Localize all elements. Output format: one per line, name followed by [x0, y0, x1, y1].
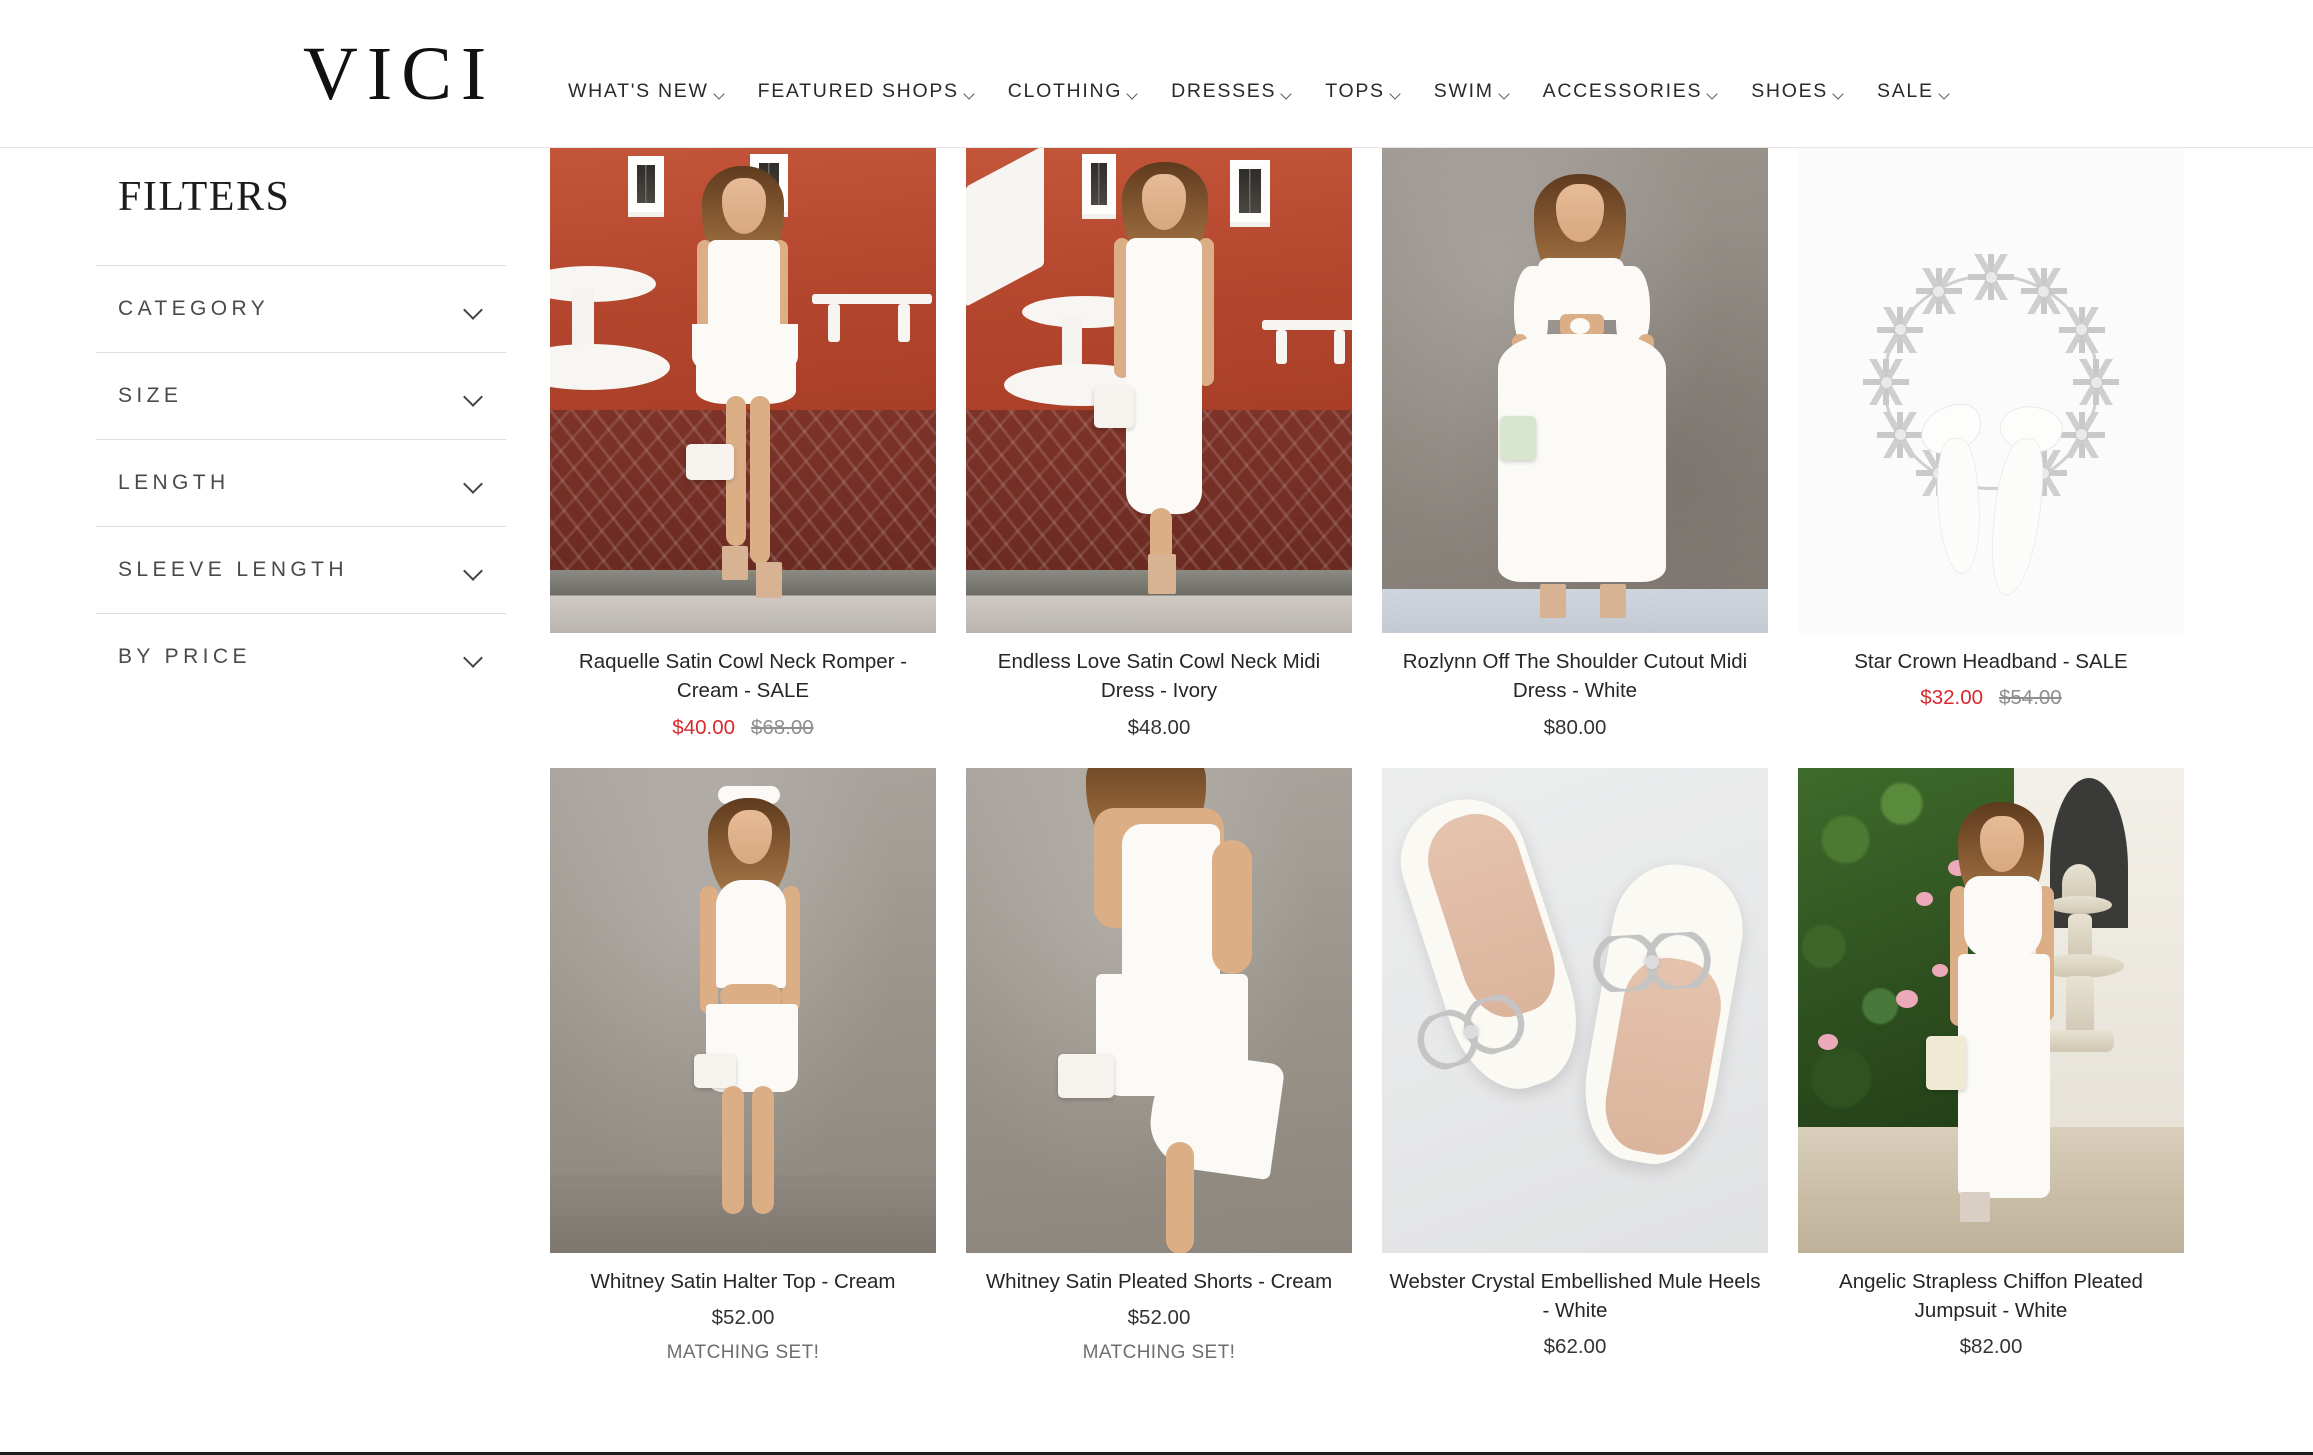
filter-category[interactable]: CATEGORY — [96, 265, 506, 352]
chevron-down-icon — [462, 651, 484, 664]
product-image-whitney-satin-pleated-shorts[interactable] — [966, 767, 1352, 1253]
main-navigation: WHAT'S NEW FEATURED SHOPS CLOTHING DRESS… — [568, 80, 1950, 103]
price-row: $40.00 $68.00 — [556, 716, 930, 740]
matching-set-badge: MATCHING SET! — [666, 1341, 820, 1363]
nav-label: FEATURED SHOPS — [757, 80, 959, 102]
filter-label: CATEGORY — [118, 297, 270, 320]
nav-item-sale[interactable]: SALE — [1877, 80, 1950, 103]
product-title[interactable]: Whitney Satin Pleated Shorts - Cream — [972, 1267, 1346, 1296]
nav-label: DRESSES — [1171, 80, 1277, 102]
product-title[interactable]: Star Crown Headband - SALE — [1804, 647, 2178, 676]
headband-ring — [1863, 254, 2119, 497]
product-title[interactable]: Raquelle Satin Cowl Neck Romper - Cream … — [556, 647, 930, 706]
sale-price: $32.00 — [1920, 686, 1983, 710]
filter-label: SLEEVE LENGTH — [118, 558, 348, 581]
product-image-star-crown-headband[interactable] — [1798, 148, 2184, 633]
nav-item-accessories[interactable]: ACCESSORIES — [1543, 80, 1719, 103]
filter-label: BY PRICE — [118, 645, 251, 668]
product-price: $52.00 — [1127, 1305, 1191, 1329]
product-image-raquelle-satin-cowl-neck-romper[interactable] — [550, 148, 936, 633]
chevron-down-icon — [1833, 90, 1844, 97]
product-price: $82.00 — [1959, 1335, 2023, 1359]
product-title[interactable]: Angelic Strapless Chiffon Pleated Jumpsu… — [1804, 1267, 2178, 1326]
price-row: $82.00 — [1804, 1335, 2178, 1359]
chevron-down-icon — [462, 390, 484, 403]
nav-item-clothing[interactable]: CLOTHING — [1008, 80, 1138, 103]
nav-label: TOPS — [1325, 80, 1385, 102]
filter-sleeve-length[interactable]: SLEEVE LENGTH — [96, 526, 506, 613]
product-card: Rozlynn Off The Shoulder Cutout Midi Dre… — [1382, 148, 1768, 740]
chevron-down-icon — [714, 90, 725, 97]
chevron-down-icon — [462, 303, 484, 316]
product-price: $48.00 — [1127, 715, 1191, 739]
filter-label: LENGTH — [118, 471, 230, 494]
product-title[interactable]: Whitney Satin Halter Top - Cream — [556, 1267, 930, 1296]
product-title[interactable]: Webster Crystal Embellished Mule Heels -… — [1388, 1267, 1762, 1326]
price-row: $52.00 — [972, 1306, 1346, 1330]
product-image-rozlynn-off-the-shoulder-cutout-midi-dress[interactable] — [1382, 148, 1768, 633]
product-price: $80.00 — [1543, 715, 1607, 739]
product-card: Star Crown Headband - SALE $32.00 $54.00 — [1798, 148, 2184, 740]
price-row: $32.00 $54.00 — [1804, 686, 2178, 710]
product-image-whitney-satin-halter-top[interactable] — [550, 767, 936, 1253]
price-row: $52.00 — [556, 1306, 930, 1330]
product-image-webster-crystal-embellished-mule-heels[interactable] — [1382, 767, 1768, 1253]
original-price: $54.00 — [1999, 686, 2062, 710]
price-row: $62.00 — [1388, 1335, 1762, 1359]
nav-label: SALE — [1877, 80, 1934, 102]
matching-set-badge: MATCHING SET! — [1082, 1341, 1236, 1363]
product-image-angelic-strapless-chiffon-pleated-jumpsuit[interactable] — [1798, 767, 2184, 1253]
nav-label: WHAT'S NEW — [568, 80, 709, 102]
nav-item-swim[interactable]: SWIM — [1434, 80, 1510, 103]
chevron-down-icon — [1127, 90, 1138, 97]
chevron-down-icon — [1281, 90, 1292, 97]
sale-price: $40.00 — [672, 715, 735, 739]
product-price: $52.00 — [711, 1305, 775, 1329]
nav-item-featured-shops[interactable]: FEATURED SHOPS — [758, 80, 975, 103]
product-card: Endless Love Satin Cowl Neck Midi Dress … — [966, 148, 1352, 740]
filter-length[interactable]: LENGTH — [96, 439, 506, 526]
filters-sidebar: FILTERS CATEGORY SIZE LENGTH SLEEVE LENG… — [96, 173, 506, 700]
filters-heading: FILTERS — [118, 174, 291, 220]
product-grid: Raquelle Satin Cowl Neck Romper - Cream … — [550, 148, 2280, 1364]
chevron-down-icon — [1939, 90, 1950, 97]
product-card: Webster Crystal Embellished Mule Heels -… — [1382, 767, 1768, 1364]
chevron-down-icon — [462, 477, 484, 490]
product-price: $62.00 — [1543, 1335, 1607, 1359]
filter-label: SIZE — [118, 384, 183, 407]
price-row: $48.00 — [972, 716, 1346, 740]
product-card: Whitney Satin Pleated Shorts - Cream $52… — [966, 767, 1352, 1364]
product-title[interactable]: Rozlynn Off The Shoulder Cutout Midi Dre… — [1388, 647, 1762, 706]
nav-item-dresses[interactable]: DRESSES — [1171, 80, 1292, 103]
site-header: VICI WHAT'S NEW FEATURED SHOPS CLOTHING … — [0, 0, 2313, 148]
product-card: Raquelle Satin Cowl Neck Romper - Cream … — [550, 148, 936, 740]
chevron-down-icon — [1499, 90, 1510, 97]
nav-item-tops[interactable]: TOPS — [1325, 80, 1401, 103]
page-body: FILTERS CATEGORY SIZE LENGTH SLEEVE LENG… — [0, 148, 2313, 1455]
nav-label: CLOTHING — [1007, 80, 1123, 102]
product-title[interactable]: Endless Love Satin Cowl Neck Midi Dress … — [972, 647, 1346, 706]
nav-label: ACCESSORIES — [1542, 80, 1703, 102]
product-card: Angelic Strapless Chiffon Pleated Jumpsu… — [1798, 767, 2184, 1364]
product-image-endless-love-satin-cowl-neck-midi-dress[interactable] — [966, 148, 1352, 633]
product-card: Whitney Satin Halter Top - Cream $52.00 … — [550, 767, 936, 1364]
chevron-down-icon — [462, 564, 484, 577]
filter-size[interactable]: SIZE — [96, 352, 506, 439]
nav-label: SHOES — [1751, 80, 1828, 102]
chevron-down-icon — [1390, 90, 1401, 97]
vici-logo[interactable]: VICI — [303, 36, 495, 112]
original-price: $68.00 — [751, 715, 814, 739]
chevron-down-icon — [964, 90, 975, 97]
price-row: $80.00 — [1388, 716, 1762, 740]
chevron-down-icon — [1707, 90, 1718, 97]
nav-label: SWIM — [1433, 80, 1494, 102]
filter-by-price[interactable]: BY PRICE — [96, 613, 506, 700]
nav-item-shoes[interactable]: SHOES — [1751, 80, 1844, 103]
nav-item-whats-new[interactable]: WHAT'S NEW — [568, 80, 725, 103]
